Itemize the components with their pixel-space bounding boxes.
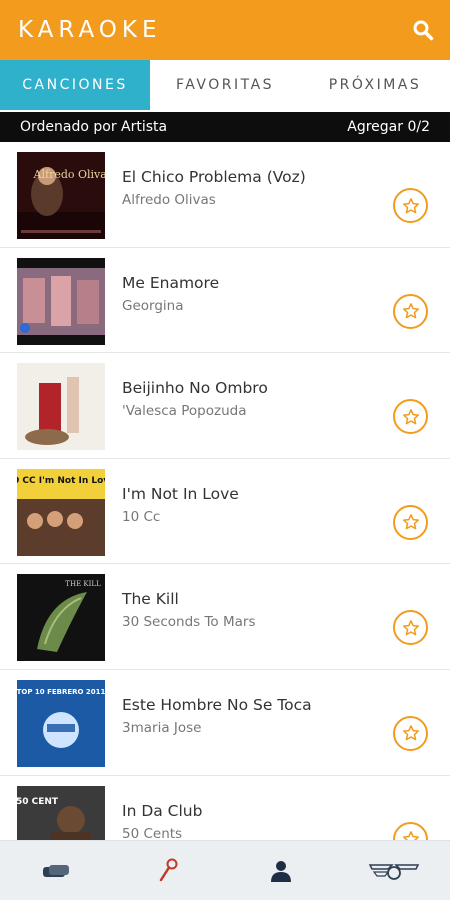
list-item[interactable]: Alfredo Olivas El Chico Problema (Voz) A… <box>0 142 450 248</box>
favorite-star-button[interactable] <box>393 293 428 329</box>
song-title: The Kill <box>122 590 179 609</box>
wings-logo-icon[interactable] <box>338 841 450 900</box>
tab-favoritas[interactable]: FAVORITAS <box>150 60 300 110</box>
favorite-star-button[interactable] <box>393 715 428 751</box>
favorite-star-button[interactable] <box>393 821 428 840</box>
star-icon <box>402 620 419 636</box>
list-item[interactable]: 10 CC I'm Not In Love I'm Not In Love 10… <box>0 459 450 565</box>
album-cover: 10 CC I'm Not In Love <box>17 468 105 556</box>
star-icon <box>402 197 419 213</box>
song-artist: Georgina <box>122 297 184 314</box>
favorite-star-button[interactable] <box>393 504 428 540</box>
star-icon <box>402 831 419 840</box>
favorite-star-button[interactable] <box>393 610 428 646</box>
album-cover: 50 CENT <box>17 785 105 840</box>
song-artist: 10 Cc <box>122 508 161 525</box>
tab-proximas[interactable]: PRÓXIMAS <box>300 60 450 110</box>
user-icon[interactable] <box>225 841 338 900</box>
app-title: KARAOKE <box>18 17 162 43</box>
song-title: Me Enamore <box>122 273 220 292</box>
album-cover: TOP 10 FEBRERO 2011 <box>17 679 105 767</box>
cover-text: TOP 10 FEBRERO 2011 <box>17 688 105 696</box>
song-artist: 'Valesca Popozuda <box>122 403 247 420</box>
cover-text: Alfredo Olivas <box>33 168 105 181</box>
list-item[interactable]: Beijinho No Ombro 'Valesca Popozuda <box>0 353 450 459</box>
list-item[interactable]: TOP 10 FEBRERO 2011 Este Hombre No Se To… <box>0 670 450 776</box>
app-header: KARAOKE <box>0 0 450 60</box>
bottom-nav <box>0 840 450 900</box>
star-icon <box>402 408 419 425</box>
star-icon <box>402 303 419 319</box>
list-item[interactable]: THE KILL The Kill 30 Seconds To Mars <box>0 564 450 670</box>
tab-bar: CANCIONES FAVORITAS PRÓXIMAS <box>0 60 450 110</box>
tab-canciones[interactable]: CANCIONES <box>0 60 150 110</box>
microphone-icon[interactable] <box>113 841 226 900</box>
sort-bar: Ordenado por Artista Agregar 0/2 <box>0 112 450 142</box>
cover-text: 50 CENT <box>17 797 59 807</box>
song-title: El Chico Problema (Voz) <box>122 168 306 186</box>
album-cover: THE KILL <box>17 574 105 662</box>
search-icon[interactable] <box>410 17 436 43</box>
album-cover <box>17 363 105 451</box>
album-cover: Alfredo Olivas <box>17 152 105 239</box>
favorite-star-button[interactable] <box>393 188 428 223</box>
song-artist: 30 Seconds To Mars <box>122 614 256 631</box>
song-title: Este Hombre No Se Toca <box>122 695 312 714</box>
favorite-star-button[interactable] <box>393 399 428 435</box>
song-title: In Da Club <box>122 801 203 820</box>
song-artist: 3maria Jose <box>122 719 202 736</box>
cover-text: 10 CC I'm Not In Love <box>17 476 105 486</box>
list-item[interactable]: Me Enamore Georgina <box>0 248 450 354</box>
add-counter: Agregar 0/2 <box>347 119 430 135</box>
song-artist: Alfredo Olivas <box>122 192 216 208</box>
cover-text: THE KILL <box>65 580 101 588</box>
album-cover <box>17 257 105 345</box>
sort-order-label[interactable]: Ordenado por Artista <box>20 119 167 135</box>
star-icon <box>402 725 419 741</box>
star-icon <box>402 514 419 530</box>
song-artist: 50 Cents <box>122 825 183 840</box>
list-item[interactable]: 50 CENT In Da Club 50 Cents <box>0 776 450 840</box>
karaoke-app: KARAOKE CANCIONES FAVORITAS PRÓXIMAS Ord… <box>0 0 450 900</box>
ticket-icon[interactable] <box>0 841 113 900</box>
song-title: I'm Not In Love <box>122 484 239 503</box>
song-title: Beijinho No Ombro <box>122 379 268 398</box>
song-list[interactable]: Alfredo Olivas El Chico Problema (Voz) A… <box>0 142 450 840</box>
